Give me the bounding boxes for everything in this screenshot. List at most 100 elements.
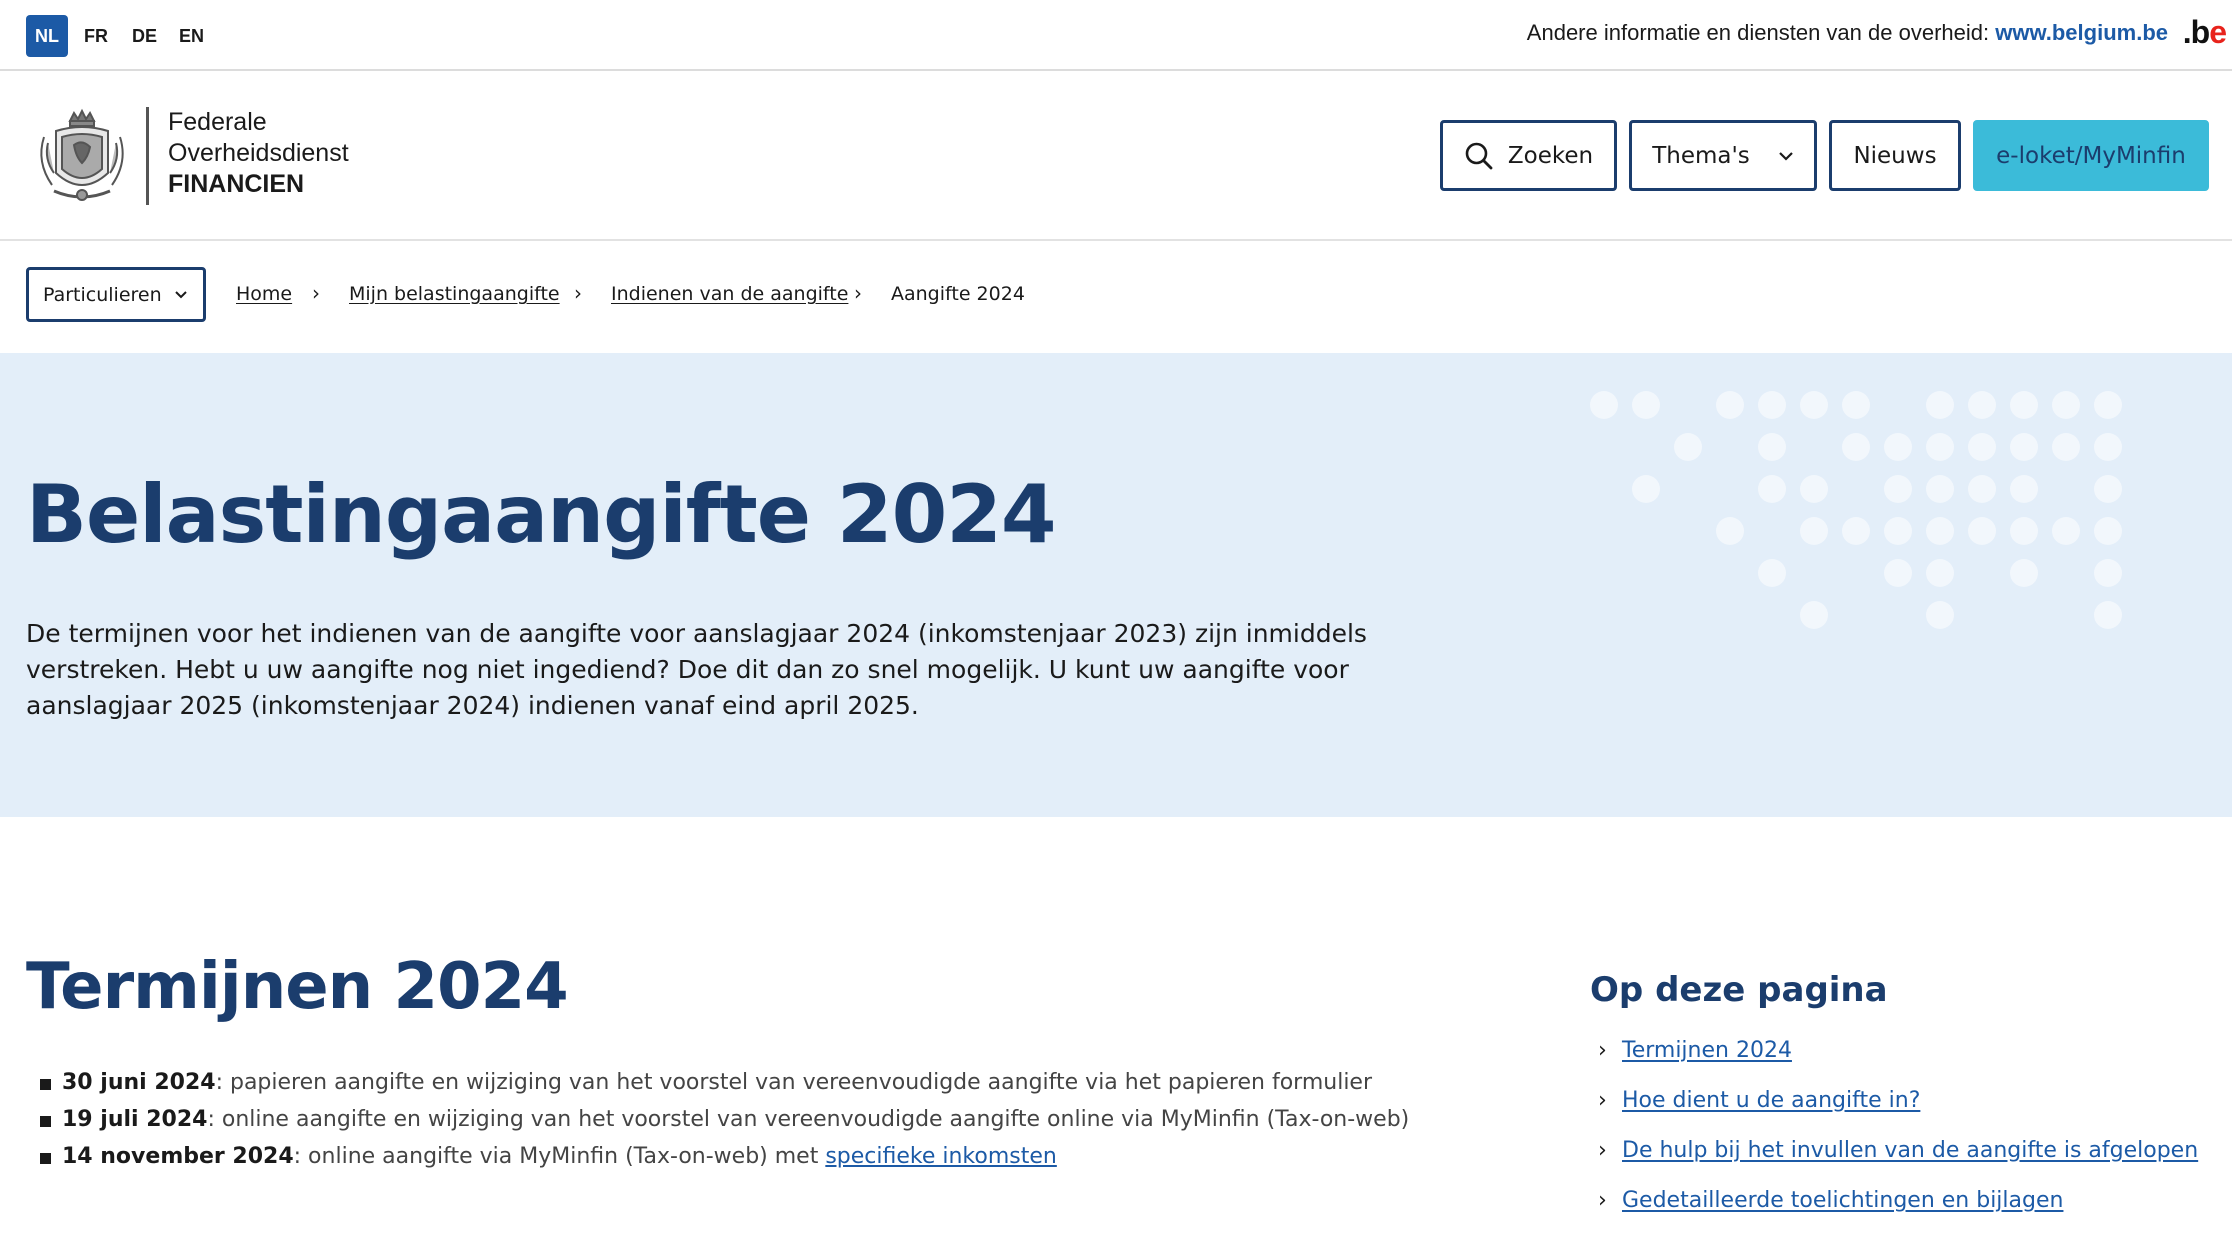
news-label: Nieuws [1853,142,1937,169]
themes-dropdown[interactable]: Thema's [1629,120,1817,191]
decorative-dot [2094,391,2122,419]
decorative-dot [1758,391,1786,419]
decorative-dot [1926,433,1954,461]
decorative-dot [1758,433,1786,461]
lang-en[interactable]: EN [179,15,204,57]
breadcrumb: Particulieren Home › Mijn belastingaangi… [0,241,2232,353]
decorative-dot [2052,391,2080,419]
page-title: Belastingaangifte 2024 [26,468,1057,561]
decorative-dot [1632,475,1660,503]
decorative-dot [1968,391,1996,419]
deadline-text: : online aangifte via MyMinfin (Tax-on-w… [293,1144,826,1169]
decorative-dot [1590,391,1618,419]
decorative-dot [1716,517,1744,545]
toc-item: › Hoe dient u de aangifte in? [1598,1088,2198,1138]
lang-de[interactable]: DE [132,15,157,57]
breadcrumb-indienen[interactable]: Indienen van de aangifte [611,283,848,305]
decorative-dot [1968,475,1996,503]
decorative-dot [1842,517,1870,545]
decorative-dot [1884,517,1912,545]
toc-item: › De hulp bij het invullen van de aangift… [1598,1138,2198,1188]
decorative-dot [1926,517,1954,545]
lang-nl[interactable]: NL [26,15,68,57]
toc-link-hoe-dient[interactable]: Hoe dient u de aangifte in? [1622,1088,1920,1113]
toc-link-hulp[interactable]: De hulp bij het invullen van de aangifte… [1622,1138,2198,1163]
breadcrumb-current: Aangifte 2024 [891,283,1025,305]
search-icon [1465,142,1493,169]
eloket-button[interactable]: e-loket/MyMinfin [1973,120,2209,191]
breadcrumb-home[interactable]: Home [236,283,292,305]
list-item: 14 november 2024: online aangifte via My… [40,1142,1409,1179]
be-logo[interactable]: .be [2183,14,2227,51]
decorative-dot [1968,517,1996,545]
decorative-dot [2094,517,2122,545]
decorative-dot [1800,475,1828,503]
chevron-right-icon: › [1598,1088,1607,1113]
brand-line-2: Overheidsdienst [168,139,349,167]
brand-name[interactable]: Federale Overheidsdienst FINANCIEN [168,107,349,200]
lang-fr[interactable]: FR [84,15,108,57]
decorative-dot [1800,517,1828,545]
chevron-right-icon: › [574,281,582,305]
decorative-dot [2052,433,2080,461]
brand-line-1: Federale [168,108,267,136]
deadline-date: 19 juli 2024 [62,1107,208,1132]
search-button[interactable]: Zoeken [1440,120,1617,191]
toc-link-termijnen[interactable]: Termijnen 2024 [1622,1038,1792,1063]
bullet [40,1153,51,1164]
deadline-text: : papieren aangifte en wijziging van het… [215,1070,1373,1095]
decorative-dot [2094,433,2122,461]
decorative-dot [2010,475,2038,503]
decorative-dot [1758,559,1786,587]
decorative-dot [2094,475,2122,503]
brand-line-3: FINANCIEN [168,170,305,198]
chevron-down-icon [1779,151,1793,161]
hero-intro: De termijnen voor het indienen van de aa… [26,619,1367,720]
decorative-dot [2010,391,2038,419]
language-bar: NL FR DE EN Andere informatie en dienste… [0,0,2232,71]
decorative-dot [2094,559,2122,587]
deadline-date: 30 juni 2024 [62,1070,216,1095]
decorative-dot [1758,475,1786,503]
decorative-dot [1800,391,1828,419]
toc-link-toelichtingen[interactable]: Gedetailleerde toelichtingen en bijlagen [1622,1188,2063,1213]
chevron-right-icon: › [312,281,320,305]
brand-divider [146,107,149,205]
toc-title: Op deze pagina [1590,970,1888,1010]
decorative-dot [1716,391,1744,419]
themes-label: Thema's [1652,142,1750,169]
deadline-list: 30 juni 2024: papieren aangifte en wijzi… [40,1068,1409,1179]
decorative-dot [1842,391,1870,419]
toc-list: › Termijnen 2024 › Hoe dient u de aangifte… [1598,1038,2198,1238]
hero-banner: Belastingaangifte 2024 De termijnen voor… [0,353,2232,817]
chevron-right-icon: › [1598,1038,1607,1063]
search-label: Zoeken [1507,142,1594,169]
news-button[interactable]: Nieuws [1829,120,1961,191]
chevron-right-icon: › [1598,1138,1607,1163]
toc-item: › Termijnen 2024 [1598,1038,2198,1088]
decorative-dot [1842,433,1870,461]
decorative-dot [2010,517,2038,545]
decorative-dot [1884,433,1912,461]
belgian-coat-of-arms-icon[interactable] [34,107,130,207]
decorative-dot [1884,475,1912,503]
decorative-dot [1926,475,1954,503]
breadcrumb-mijn-belastingaangifte[interactable]: Mijn belastingaangifte [349,283,560,305]
audience-selector[interactable]: Particulieren [26,267,206,322]
list-item: 30 juni 2024: papieren aangifte en wijzi… [40,1068,1409,1105]
deadline-date: 14 november 2024 [62,1144,294,1169]
bullet [40,1116,51,1127]
section-title-termijnen: Termijnen 2024 [26,950,569,1024]
decorative-dot [1968,433,1996,461]
decorative-dot [2052,517,2080,545]
decorative-dot [1926,559,1954,587]
decorative-dot [2010,559,2038,587]
belgium-be-link[interactable]: www.belgium.be [1995,20,2168,45]
decorative-dot [2010,433,2038,461]
decorative-dot [1926,601,1954,629]
toc-item: › Gedetailleerde toelichtingen en bijlage… [1598,1188,2198,1238]
specifieke-inkomsten-link[interactable]: specifieke inkomsten [825,1144,1057,1169]
chevron-right-icon: › [854,281,862,305]
chevron-down-icon [174,291,187,299]
gov-info-text: Andere informatie en diensten van de ove… [1526,20,1990,45]
